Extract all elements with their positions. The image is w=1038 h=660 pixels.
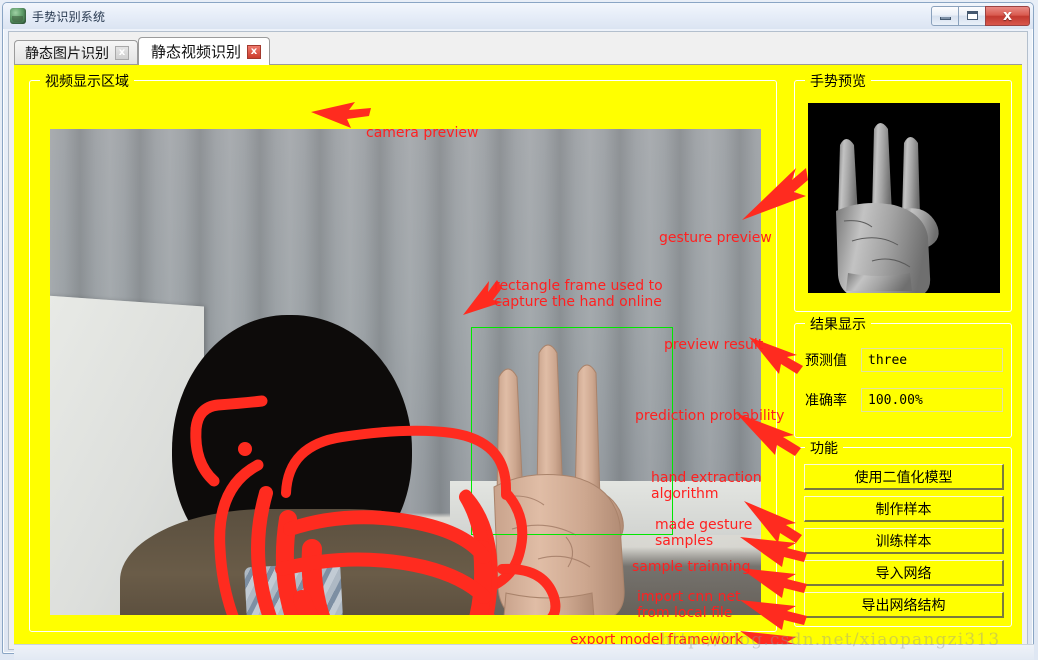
maximize-icon	[966, 11, 978, 20]
app-icon	[10, 8, 26, 24]
export-network-structure-button[interactable]: 导出网络结构	[804, 592, 1004, 618]
window-title: 手势识别系统	[32, 9, 106, 24]
train-samples-button[interactable]: 训练样本	[804, 528, 1004, 554]
application-window: 手势识别系统 x 静态图片识别 x 静态视频识别 x 视频显示区域 手势预览 结…	[0, 0, 1038, 660]
annotation-hand-extraction: hand extraction algorithm	[651, 470, 762, 502]
annotation-rectangle-frame: rectangle frame used to capture the hand…	[494, 278, 663, 310]
use-binary-model-button[interactable]: 使用二值化模型	[804, 464, 1004, 490]
video-display-group: 视频显示区域	[29, 71, 777, 632]
gesture-preview-image	[808, 103, 1000, 293]
prediction-label: 预测值	[805, 353, 847, 369]
functions-group: 功能 使用二值化模型 制作样本 训练样本 导入网络 导出网络结构	[794, 438, 1012, 627]
annotation-prediction-prob: prediction probability	[635, 408, 785, 424]
close-icon: x	[1002, 7, 1013, 24]
result-display-group-label: 结果显示	[805, 314, 871, 334]
annotation-preview-result: preview result	[664, 337, 764, 353]
tab-static-image-close-icon[interactable]: x	[115, 46, 129, 60]
tab-static-image[interactable]: 静态图片识别 x	[14, 40, 138, 65]
prediction-value-field[interactable]: three	[861, 348, 1003, 372]
close-button[interactable]: x	[985, 5, 1030, 26]
minimize-button[interactable]	[931, 5, 959, 26]
accuracy-label: 准确率	[805, 393, 847, 409]
tab-page-static-video: 视频显示区域 手势预览 结果显示 预测值 three 准确率 100.00% 功…	[14, 65, 1022, 644]
window-frame: 手势识别系统 x 静态图片识别 x 静态视频识别 x 视频显示区域 手势预览 结…	[2, 2, 1034, 660]
minimize-icon	[939, 16, 951, 20]
tab-strip: 静态图片识别 x 静态视频识别 x	[14, 37, 271, 65]
accuracy-value-field[interactable]: 100.00%	[861, 388, 1003, 412]
annotation-export-model: export model framework	[570, 632, 744, 644]
import-network-button[interactable]: 导入网络	[804, 560, 1004, 586]
make-samples-button[interactable]: 制作样本	[804, 496, 1004, 522]
tab-static-video-close-icon[interactable]: x	[247, 44, 262, 59]
gesture-preview-group-label: 手势预览	[805, 71, 871, 91]
annotation-gesture-preview: gesture preview	[659, 230, 772, 246]
functions-group-label: 功能	[805, 438, 843, 458]
tab-static-image-label: 静态图片识别	[25, 46, 109, 62]
tab-static-video[interactable]: 静态视频识别 x	[138, 37, 271, 65]
window-controls: x	[931, 5, 1030, 26]
title-bar: 手势识别系统 x	[3, 3, 1033, 29]
status-bar	[14, 644, 1034, 660]
segmented-hand-image	[808, 103, 1000, 293]
result-display-group: 结果显示 预测值 three 准确率 100.00%	[794, 314, 1012, 438]
gesture-preview-group: 手势预览	[794, 71, 1012, 312]
prediction-row: 预测值 three	[805, 348, 1003, 372]
client-area: 静态图片识别 x 静态视频识别 x 视频显示区域 手势预览 结果显示 预测值 t…	[8, 31, 1034, 660]
maximize-button[interactable]	[958, 5, 986, 26]
video-display-group-label: 视频显示区域	[40, 71, 134, 91]
accuracy-row: 准确率 100.00%	[805, 388, 1003, 412]
annotation-import-cnn: import cnn net from local file	[637, 589, 741, 621]
annotation-made-gesture: made gesture samples	[655, 517, 753, 549]
arrow-export-model	[740, 631, 796, 644]
tab-static-video-label: 静态视频识别	[151, 43, 242, 61]
annotation-camera-preview: camera preview	[366, 125, 479, 141]
annotation-sample-training: sample trainning	[632, 559, 751, 575]
